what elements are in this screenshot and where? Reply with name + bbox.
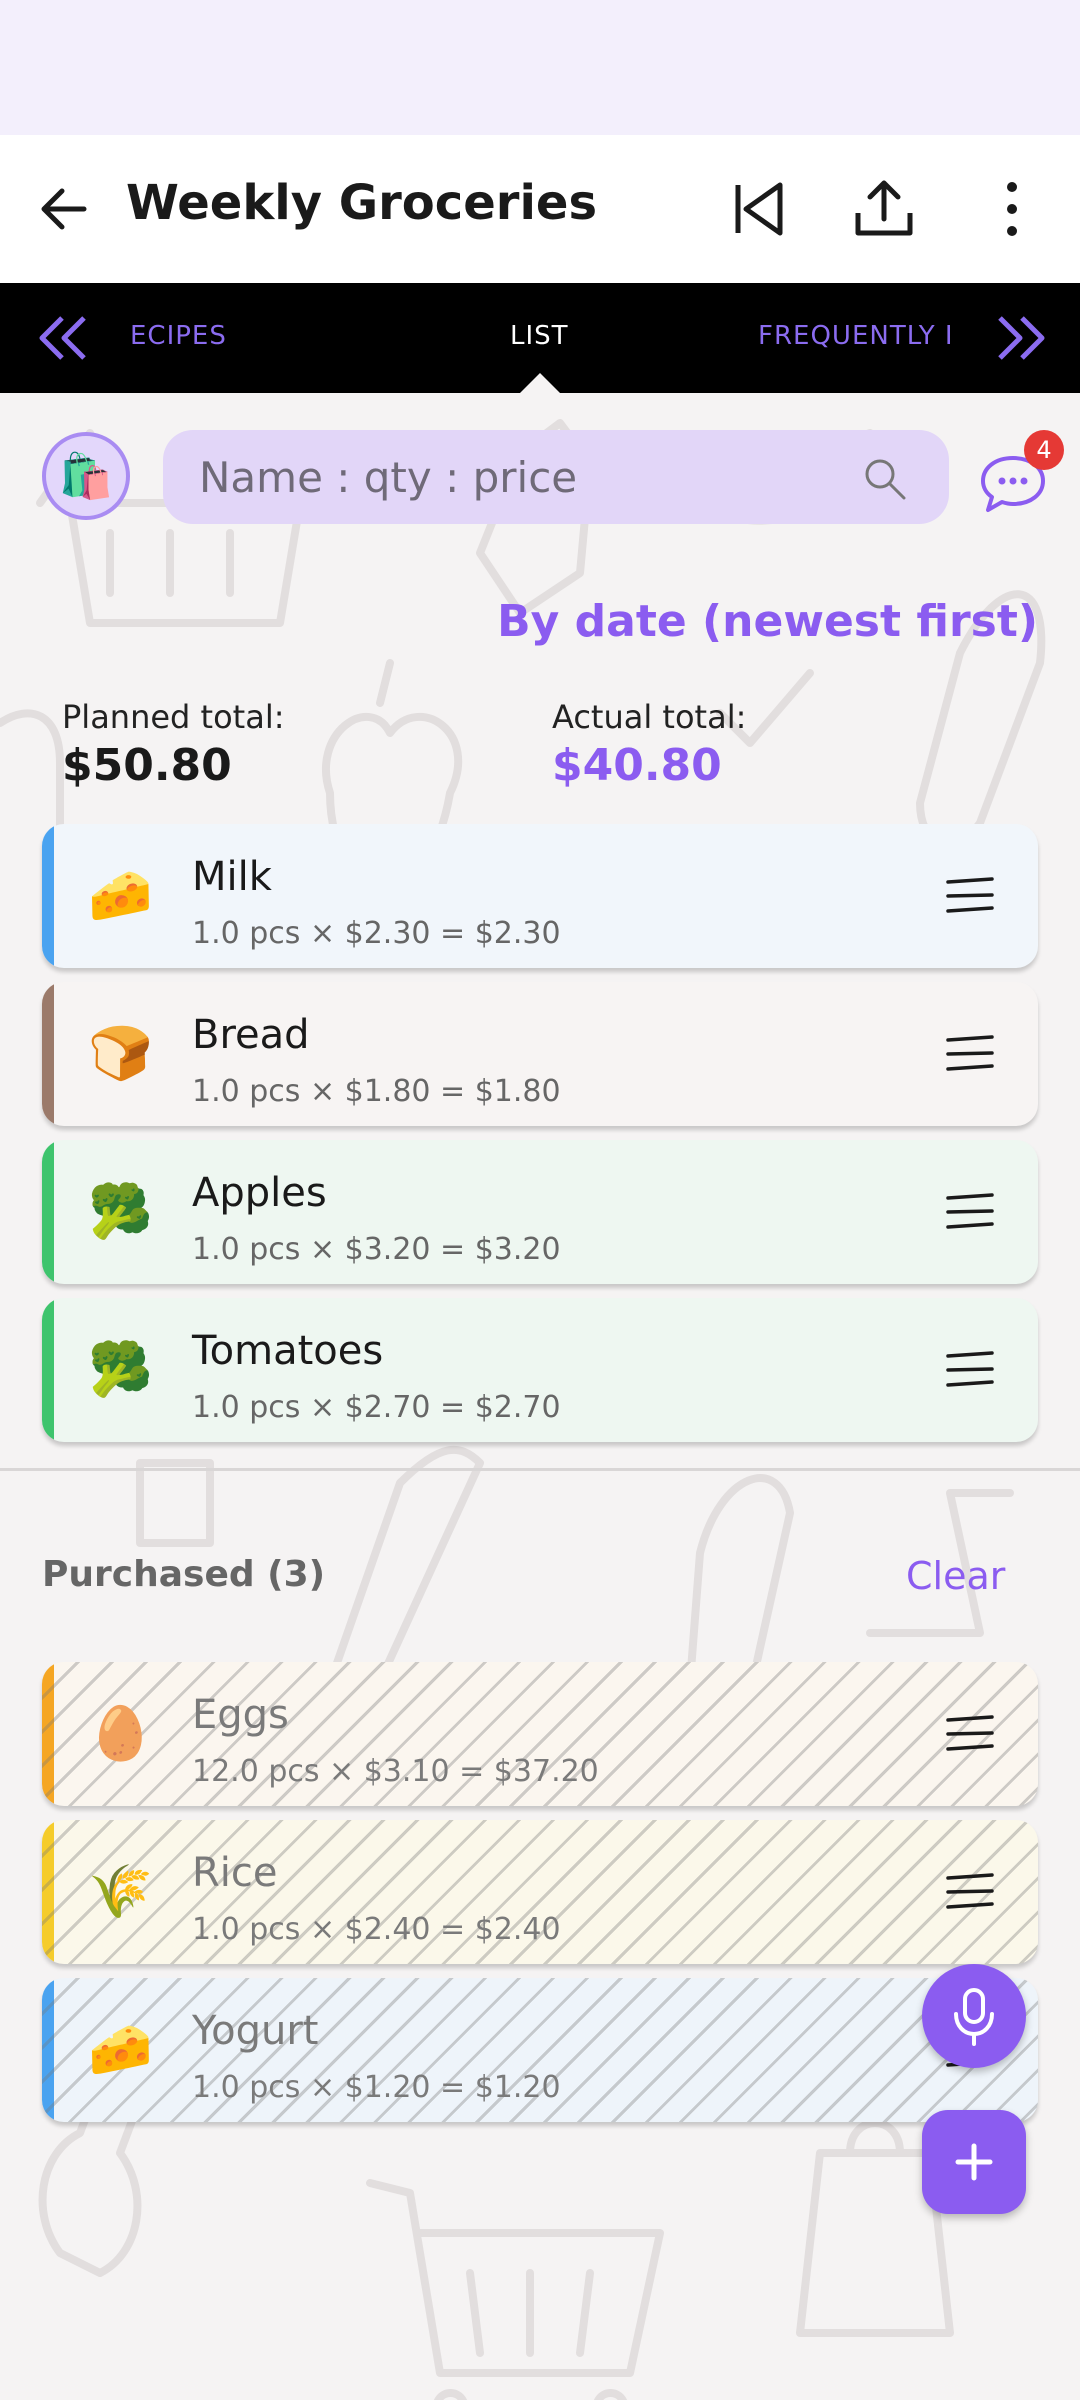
search-icon[interactable]	[860, 454, 908, 502]
category-stripe	[42, 1298, 54, 1442]
item-detail: 1.0 pcs × $1.20 = $1.20	[192, 2070, 561, 2105]
plus-icon	[955, 2143, 993, 2181]
item-name: Yogurt	[192, 2008, 319, 2054]
planned-total-value: $50.80	[62, 740, 232, 791]
tab-list[interactable]: LIST	[510, 321, 569, 351]
drag-handle-icon[interactable]	[942, 1348, 998, 1392]
more-vert-icon[interactable]	[976, 173, 1048, 245]
drag-handle-icon[interactable]	[942, 1870, 998, 1914]
arrow-left-icon[interactable]	[34, 179, 94, 239]
purchased-item-yogurt[interactable]: 🧀 Yogurt 1.0 pcs × $1.20 = $1.20	[42, 1978, 1038, 2122]
cheese-icon: 🧀	[88, 866, 153, 926]
actual-total-value: $40.80	[552, 740, 722, 791]
purchased-section-title: Purchased (3)	[42, 1554, 326, 1595]
list-item-milk[interactable]: 🧀 Milk 1.0 pcs × $2.30 = $2.30	[42, 824, 1038, 968]
sort-selector[interactable]: By date (newest first)	[497, 596, 1038, 647]
bread-icon: 🍞	[88, 1024, 153, 1084]
avatar[interactable]: 🛍️	[42, 432, 130, 520]
tab-bar: ECIPES LIST FREQUENTLY I	[0, 283, 1080, 393]
drag-handle-icon[interactable]	[942, 1032, 998, 1076]
page-title: Weekly Groceries	[126, 175, 598, 231]
cheese-icon: 🧀	[88, 2020, 153, 2080]
chevrons-right-icon[interactable]	[990, 308, 1050, 368]
drag-handle-icon[interactable]	[942, 874, 998, 918]
mic-icon	[954, 1988, 994, 2046]
item-name: Apples	[192, 1170, 327, 1216]
item-detail: 1.0 pcs × $2.40 = $2.40	[192, 1912, 561, 1947]
item-name: Rice	[192, 1850, 278, 1896]
app-bar: Weekly Groceries	[0, 135, 1080, 283]
list-item-bread[interactable]: 🍞 Bread 1.0 pcs × $1.80 = $1.80	[42, 982, 1038, 1126]
skip-first-icon[interactable]	[724, 173, 796, 245]
search-input[interactable]	[163, 430, 949, 524]
list-item-tomatoes[interactable]: 🥦 Tomatoes 1.0 pcs × $2.70 = $2.70	[42, 1298, 1038, 1442]
item-name: Eggs	[192, 1692, 289, 1738]
drag-handle-icon[interactable]	[942, 1712, 998, 1756]
actual-total-label: Actual total:	[552, 698, 747, 736]
notification-badge: 4	[1024, 430, 1064, 470]
category-stripe	[42, 1140, 54, 1284]
egg-icon: 🥚	[88, 1704, 153, 1764]
section-divider	[0, 1468, 1080, 1471]
chevrons-left-icon[interactable]	[34, 308, 94, 368]
rice-icon: 🌾	[88, 1862, 153, 1922]
broccoli-icon: 🥦	[88, 1340, 153, 1400]
tab-indicator	[520, 373, 560, 393]
tab-frequently[interactable]: FREQUENTLY I	[758, 321, 954, 351]
clear-button[interactable]: Clear	[906, 1554, 1005, 1598]
tab-recipes[interactable]: ECIPES	[130, 321, 227, 351]
item-name: Bread	[192, 1012, 310, 1058]
item-name: Milk	[192, 854, 272, 900]
purchased-item-eggs[interactable]: 🥚 Eggs 12.0 pcs × $3.10 = $37.20	[42, 1662, 1038, 1806]
add-item-button[interactable]	[922, 2110, 1026, 2214]
list-item-apples[interactable]: 🥦 Apples 1.0 pcs × $3.20 = $3.20	[42, 1140, 1038, 1284]
item-detail: 1.0 pcs × $2.70 = $2.70	[192, 1390, 561, 1425]
item-detail: 1.0 pcs × $1.80 = $1.80	[192, 1074, 561, 1109]
search-row: 🛍️ 4	[0, 430, 1080, 526]
item-detail: 12.0 pcs × $3.10 = $37.20	[192, 1754, 599, 1789]
category-stripe	[42, 982, 54, 1126]
category-stripe	[42, 824, 54, 968]
item-detail: 1.0 pcs × $3.20 = $3.20	[192, 1232, 561, 1267]
voice-input-button[interactable]	[922, 1964, 1026, 2068]
item-detail: 1.0 pcs × $2.30 = $2.30	[192, 916, 561, 951]
status-bar	[0, 0, 1080, 135]
broccoli-icon: 🥦	[88, 1182, 153, 1242]
purchased-item-rice[interactable]: 🌾 Rice 1.0 pcs × $2.40 = $2.40	[42, 1820, 1038, 1964]
share-icon[interactable]	[848, 173, 920, 245]
planned-total-label: Planned total:	[62, 698, 285, 736]
drag-handle-icon[interactable]	[942, 1190, 998, 1234]
item-name: Tomatoes	[192, 1328, 384, 1374]
